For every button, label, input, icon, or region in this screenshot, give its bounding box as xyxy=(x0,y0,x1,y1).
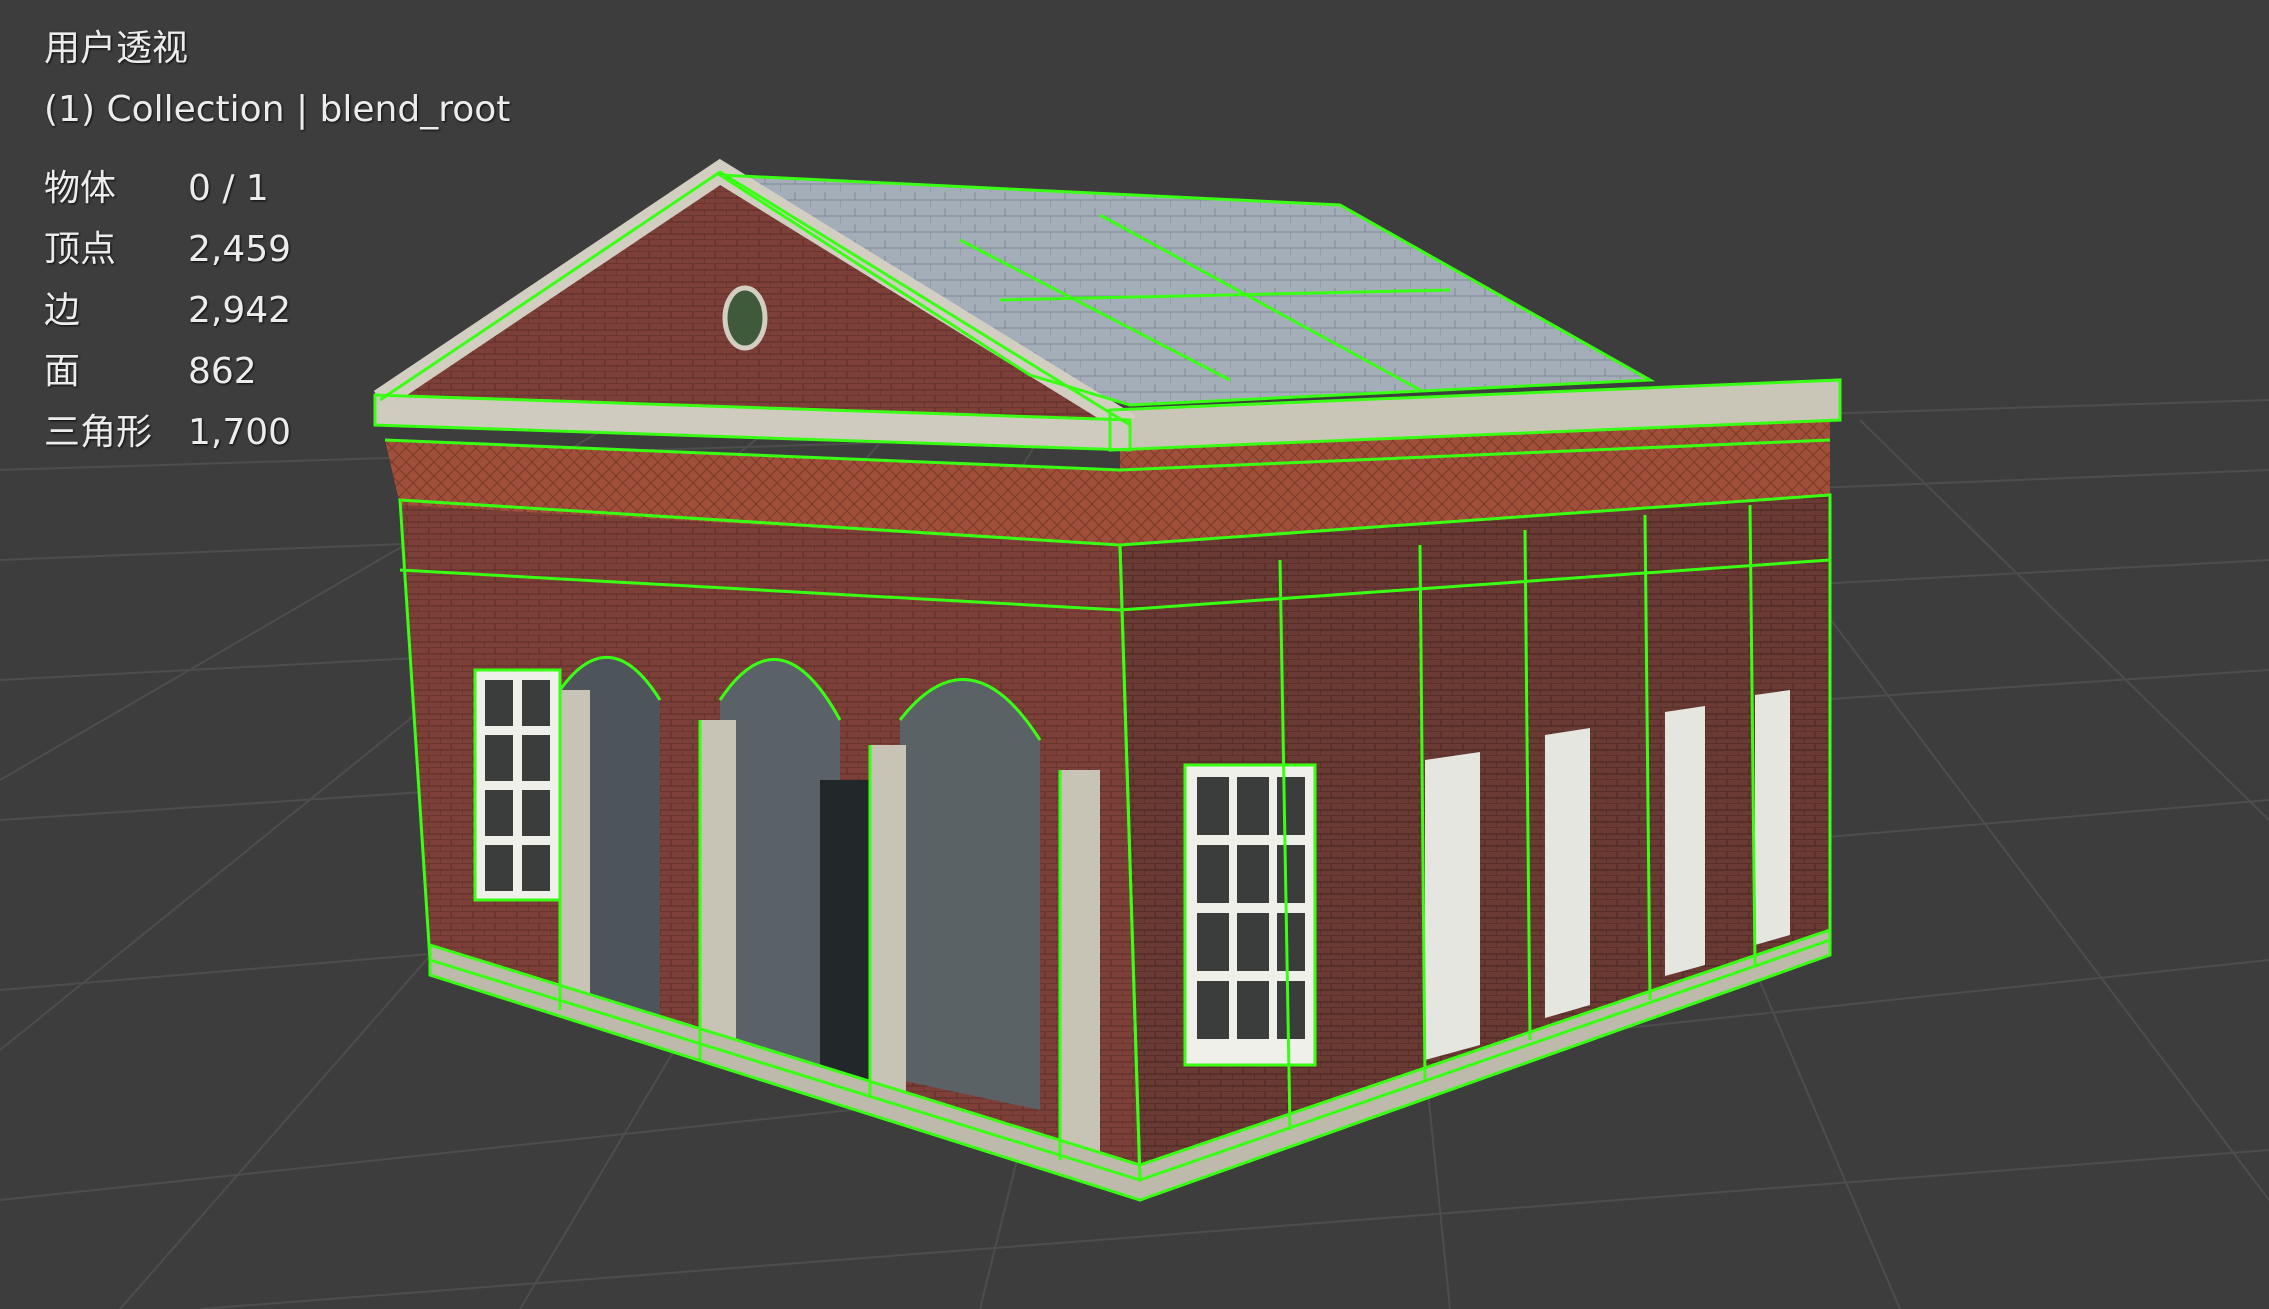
stat-value: 862 xyxy=(188,351,257,392)
front-window xyxy=(1185,765,1315,1065)
stat-value: 0 / 1 xyxy=(188,168,269,209)
scene-statistics: 物体 0 / 1 顶点 2,459 边 2,942 面 862 三角形 1,70… xyxy=(44,158,510,463)
stat-value: 2,459 xyxy=(188,229,292,270)
building-model[interactable] xyxy=(373,158,1842,1202)
front-window xyxy=(475,670,560,900)
stat-label: 三角形 xyxy=(44,412,153,453)
stat-row-faces: 面 862 xyxy=(44,341,510,402)
stat-row-triangles: 三角形 1,700 xyxy=(44,402,510,463)
collection-info: (1) Collection | blend_root xyxy=(44,89,511,130)
stat-label: 物体 xyxy=(44,168,117,209)
stat-label: 顶点 xyxy=(44,229,117,270)
stat-label: 边 xyxy=(44,290,81,331)
view-name: 用户透视 xyxy=(44,28,189,69)
stat-label: 面 xyxy=(44,351,81,392)
viewport-text-overlay: 用户透视 (1) Collection | blend_root 物体 0 / … xyxy=(44,18,510,463)
stat-value: 2,942 xyxy=(188,290,292,331)
stat-row-objects: 物体 0 / 1 xyxy=(44,158,510,219)
pediment-oculus xyxy=(722,285,768,351)
stat-row-edges: 边 2,942 xyxy=(44,280,510,341)
stat-row-vertices: 顶点 2,459 xyxy=(44,219,510,280)
stat-value: 1,700 xyxy=(188,412,292,453)
